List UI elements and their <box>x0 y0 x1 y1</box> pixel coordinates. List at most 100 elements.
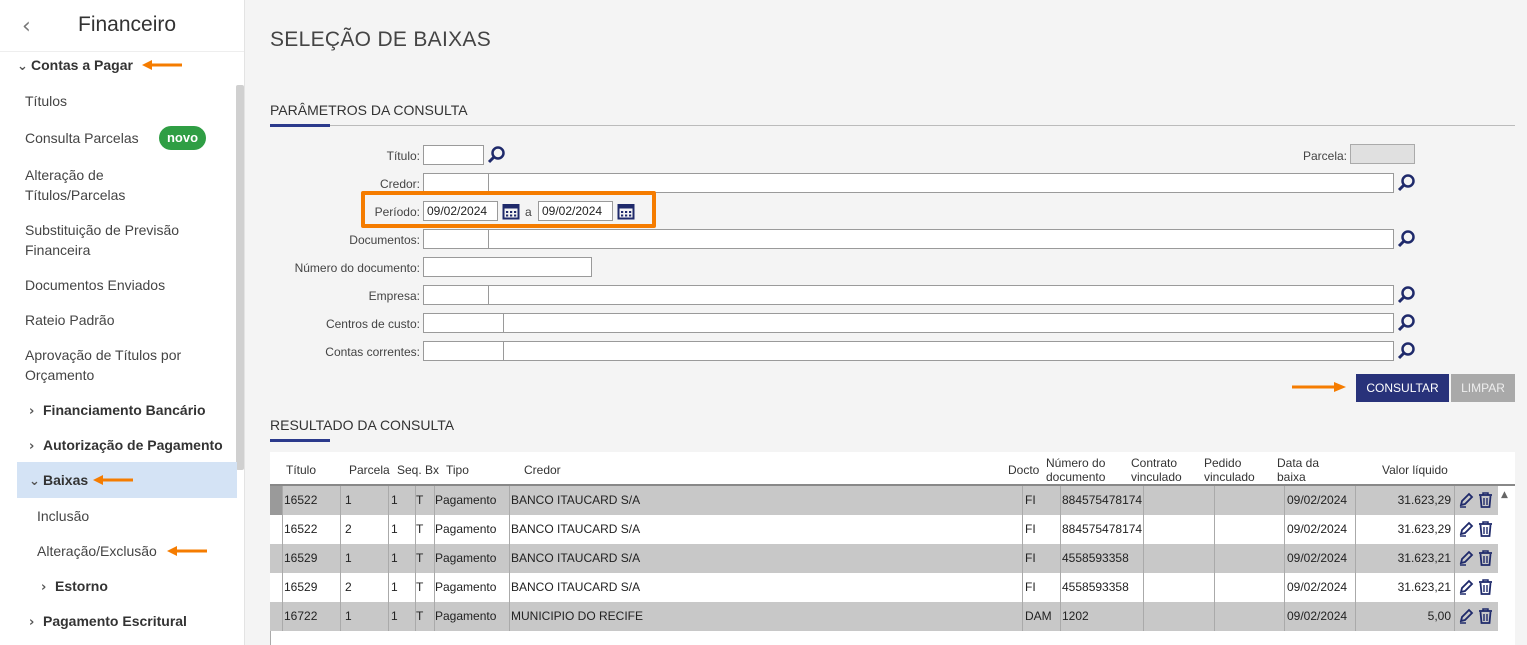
cell-separator <box>388 486 389 515</box>
sidebar-item-substituicao-previsao[interactable]: Substituição de Previsão Financeira <box>25 220 179 260</box>
sidebar-item-label: Substituição de Previsão <box>25 222 180 238</box>
cell-separator <box>1214 544 1215 573</box>
sidebar-item-aprovacao-titulos[interactable]: Aprovação de Títulos por Orçamento <box>25 345 181 385</box>
cell-separator <box>1214 573 1215 602</box>
cell-separator <box>1022 573 1023 602</box>
col-tipo[interactable]: Tipo <box>446 463 469 477</box>
periodo-to-input[interactable] <box>538 201 613 221</box>
cell-separator <box>1355 515 1356 544</box>
cell-data: 09/02/2024 <box>1287 493 1348 507</box>
cell-separator <box>1143 486 1144 515</box>
contas-correntes-code-input[interactable] <box>423 341 504 361</box>
cell-separator <box>1060 486 1061 515</box>
trash-icon[interactable] <box>1478 521 1493 537</box>
cell-separator <box>1060 515 1061 544</box>
table-row[interactable]: 16529 1 1 T Pagamento BANCO ITAUCARD S/A FI 455… <box>270 544 1498 573</box>
table-row[interactable]: 16522 1 1 T Pagamento BANCO ITAUCARD S/A FI 884… <box>270 486 1498 515</box>
numero-documento-input[interactable] <box>423 257 592 277</box>
cell-separator <box>509 573 510 602</box>
table-row[interactable]: 16722 1 1 T Pagamento MUNICIPIO DO RECIFE DAM 1… <box>270 602 1498 631</box>
sidebar-item-titulos[interactable]: Títulos <box>25 91 67 111</box>
sidebar-item-baixas[interactable]: ⌄ Baixas <box>29 470 88 492</box>
centros-custo-label: Centros de custo: <box>325 317 420 331</box>
pencil-icon[interactable] <box>1458 608 1474 624</box>
sidebar-item-consulta-parcelas[interactable]: Consulta Parcelas <box>25 128 139 148</box>
credor-code-input[interactable] <box>423 173 489 193</box>
search-icon[interactable] <box>1397 173 1417 193</box>
sidebar-item-rateio-padrao[interactable]: Rateio Padrão <box>25 310 115 330</box>
centros-custo-name-input[interactable] <box>503 313 1394 333</box>
search-icon[interactable] <box>1397 341 1417 361</box>
cell-numero: 884575478174 <box>1062 522 1143 536</box>
cell-separator <box>282 544 283 573</box>
credor-name-input[interactable] <box>488 173 1394 193</box>
trash-icon[interactable] <box>1478 608 1493 624</box>
limpar-button[interactable]: LIMPAR <box>1451 374 1515 402</box>
search-icon[interactable] <box>1397 313 1417 333</box>
calendar-icon[interactable] <box>617 202 635 220</box>
header-line: Data da <box>1277 456 1320 470</box>
contas-correntes-name-input[interactable] <box>503 341 1394 361</box>
sidebar-item-pagamento-escritural[interactable]: › Pagamento Escritural <box>29 611 187 633</box>
cell-parcela: 2 <box>345 522 352 536</box>
col-parcela[interactable]: Parcela <box>349 463 390 477</box>
sidebar-title: Financeiro <box>78 13 177 36</box>
col-docto[interactable]: Docto <box>1008 463 1039 477</box>
table-row[interactable]: 16529 2 1 T Pagamento BANCO ITAUCARD S/A FI 455… <box>270 573 1498 602</box>
cell-bx: T <box>416 493 424 507</box>
pencil-icon[interactable] <box>1458 579 1474 595</box>
cell-separator <box>509 515 510 544</box>
pencil-icon[interactable] <box>1458 492 1474 508</box>
sidebar-item-estorno[interactable]: › Estorno <box>41 576 108 598</box>
sidebar-item-alteracao-exclusao[interactable]: Alteração/Exclusão <box>37 541 157 561</box>
section-accent <box>270 124 330 127</box>
sidebar-item-contas-a-pagar[interactable]: ⌄ Contas a Pagar <box>17 55 133 77</box>
cell-separator <box>1143 515 1144 544</box>
documentos-code-input[interactable] <box>423 229 489 249</box>
col-seq[interactable]: Seq. <box>397 463 422 477</box>
scroll-up-icon[interactable]: ▲ <box>1501 490 1508 500</box>
pencil-icon[interactable] <box>1458 550 1474 566</box>
search-icon[interactable] <box>1397 229 1417 249</box>
sidebar-item-alteracao-titulos[interactable]: Alteração de Títulos/Parcelas <box>25 165 125 205</box>
sidebar-item-documentos-enviados[interactable]: Documentos Enviados <box>25 275 165 295</box>
sidebar-item-inclusao[interactable]: Inclusão <box>37 506 89 526</box>
col-bx[interactable]: Bx <box>425 463 439 477</box>
col-titulo[interactable]: Título <box>286 463 316 477</box>
arrow-annotation-icon <box>93 475 133 485</box>
sidebar-item-label: Estorno <box>55 578 108 594</box>
consultar-button[interactable]: CONSULTAR <box>1356 374 1449 402</box>
centros-custo-code-input[interactable] <box>423 313 504 333</box>
col-valor-liquido[interactable]: Valor líquido <box>1382 463 1448 477</box>
col-data-baixa[interactable]: Data da baixa <box>1277 456 1319 484</box>
table-row[interactable]: 16522 2 1 T Pagamento BANCO ITAUCARD S/A FI 884… <box>270 515 1498 544</box>
trash-icon[interactable] <box>1478 550 1493 566</box>
sidebar-item-financiamento-bancario[interactable]: › Financiamento Bancário <box>29 400 206 422</box>
chevron-left-icon[interactable]: ‹ <box>22 14 31 39</box>
cell-separator <box>1214 486 1215 515</box>
titulo-input[interactable] <box>423 145 484 165</box>
search-icon[interactable] <box>487 145 507 165</box>
sidebar-item-autorizacao-pagamento[interactable]: › Autorização de Pagamento <box>29 435 223 457</box>
empresa-name-input[interactable] <box>488 285 1394 305</box>
periodo-from-input[interactable] <box>423 201 498 221</box>
cell-parcela: 2 <box>345 580 352 594</box>
trash-icon[interactable] <box>1478 579 1493 595</box>
calendar-icon[interactable] <box>502 202 520 220</box>
col-pedido-vinculado[interactable]: Pedido vinculado <box>1204 456 1255 484</box>
cell-separator <box>1454 515 1455 544</box>
documentos-name-input[interactable] <box>488 229 1394 249</box>
cell-valor: 31.623,21 <box>1397 551 1451 565</box>
col-contrato-vinculado[interactable]: Contrato vinculado <box>1131 456 1182 484</box>
header-line: baixa <box>1277 470 1306 484</box>
col-numero-documento[interactable]: Número do documento <box>1046 456 1105 484</box>
pencil-icon[interactable] <box>1458 521 1474 537</box>
search-icon[interactable] <box>1397 285 1417 305</box>
cell-separator <box>388 544 389 573</box>
trash-icon[interactable] <box>1478 492 1493 508</box>
empresa-code-input[interactable] <box>423 285 489 305</box>
sidebar-scrollbar[interactable] <box>236 85 244 470</box>
cell-valor: 5,00 <box>1427 609 1451 623</box>
cell-separator <box>1284 573 1285 602</box>
col-credor[interactable]: Credor <box>524 463 561 477</box>
